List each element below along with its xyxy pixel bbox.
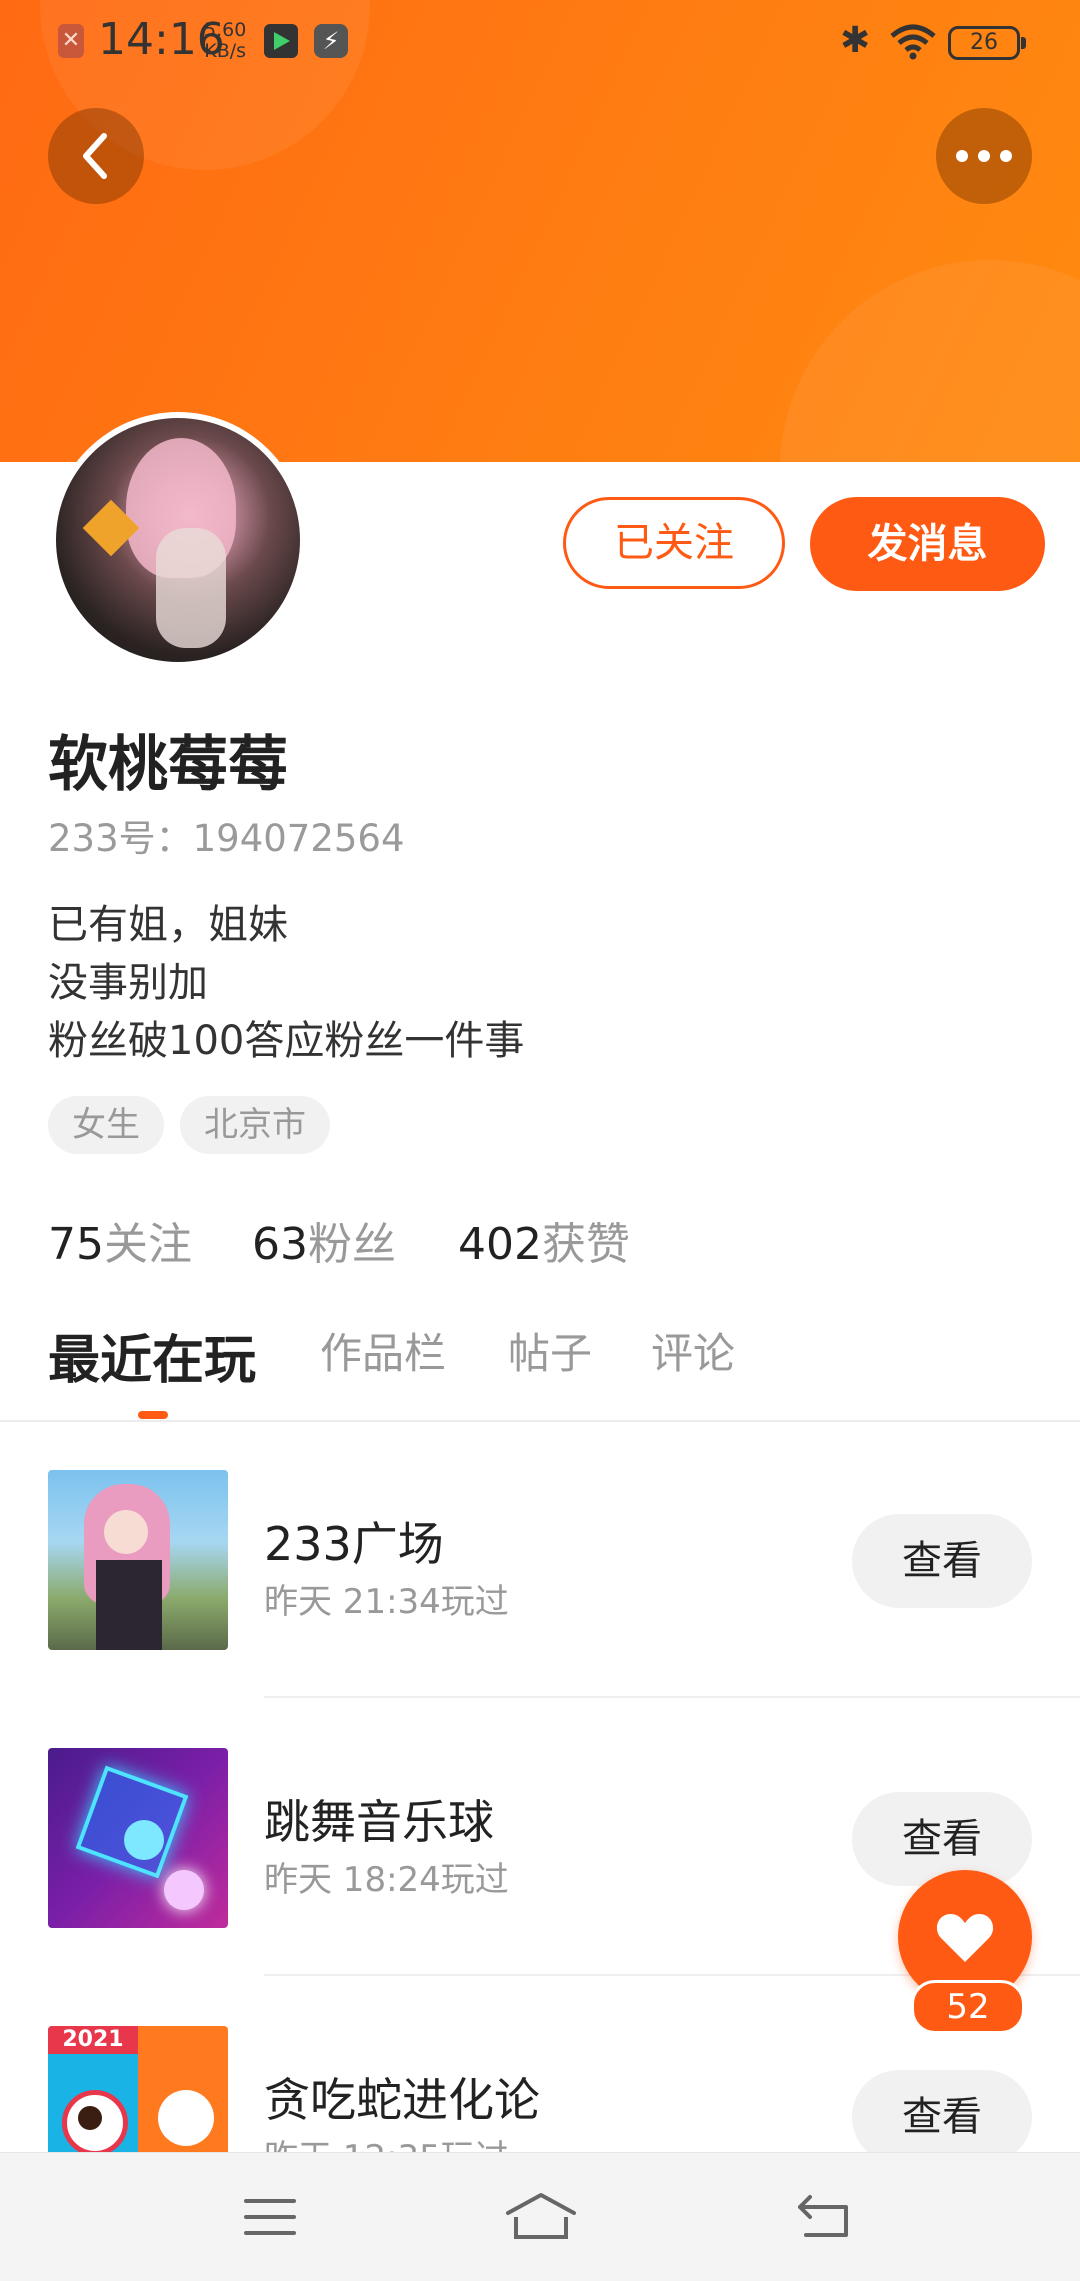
- tab-works[interactable]: 作品栏: [320, 1320, 446, 1381]
- network-speed: 5.60 KB/s: [204, 19, 247, 62]
- stat-following[interactable]: 75关注: [48, 1208, 192, 1272]
- view-game-button[interactable]: 查看: [852, 1792, 1032, 1886]
- game-title: 233广场: [264, 1517, 444, 1571]
- user-name: 软桃莓莓: [48, 730, 288, 800]
- notification-blocked-icon: ✕: [58, 24, 84, 58]
- tab-comments[interactable]: 评论: [651, 1320, 735, 1381]
- status-bar: ✕ 14:16 5.60 KB/s ⚡ ✱ 26: [0, 0, 1080, 84]
- menu-icon[interactable]: [244, 2197, 296, 2237]
- stat-value: 402: [458, 1219, 542, 1270]
- view-game-button[interactable]: 查看: [852, 2070, 1032, 2164]
- row-divider: [264, 1696, 1080, 1698]
- stat-label: 获赞: [541, 1219, 630, 1270]
- tab-recently-played[interactable]: 最近在玩: [48, 1318, 256, 1393]
- tag-location: 北京市: [180, 1096, 330, 1154]
- tab-indicator: [138, 1411, 168, 1419]
- tab-divider: [0, 1420, 1080, 1422]
- flash-app-icon: ⚡: [314, 24, 348, 58]
- view-game-button[interactable]: 查看: [852, 1514, 1032, 1608]
- bio-line: 没事别加: [48, 960, 208, 1006]
- like-count-badge: 52: [911, 1980, 1025, 2034]
- followed-button[interactable]: 已关注: [563, 497, 785, 589]
- back-button[interactable]: [48, 108, 144, 204]
- game-last-played: 昨天 21:34玩过: [264, 1582, 509, 1622]
- video-app-icon: [264, 24, 298, 58]
- game-title: 贪吃蛇进化论: [264, 2073, 540, 2127]
- stat-label: 关注: [104, 1219, 192, 1270]
- game-last-played: 昨天 18:24玩过: [264, 1860, 509, 1900]
- chevron-left-icon: [83, 133, 107, 179]
- more-options-button[interactable]: [936, 108, 1032, 204]
- bio-line: 已有姐，姐妹: [48, 902, 288, 948]
- game-thumbnail[interactable]: [48, 1470, 228, 1650]
- game-year-badge: 2021: [48, 2026, 138, 2054]
- tab-posts[interactable]: 帖子: [508, 1320, 592, 1381]
- stat-likes[interactable]: 402获赞: [458, 1208, 630, 1272]
- send-message-button[interactable]: 发消息: [810, 497, 1045, 591]
- avatar-image: [56, 418, 300, 662]
- stat-label: 粉丝: [308, 1219, 396, 1270]
- game-thumbnail[interactable]: [48, 1748, 228, 1928]
- battery-indicator: 26: [948, 26, 1026, 60]
- user-id: 233号：194072564: [48, 817, 405, 860]
- bio-line: 粉丝破100答应粉丝一件事: [48, 1018, 525, 1064]
- system-nav-bar: [0, 2152, 1080, 2281]
- bluetooth-icon: ✱: [840, 20, 871, 61]
- stat-value: 63: [252, 1219, 308, 1270]
- stat-value: 75: [48, 1219, 104, 1270]
- wifi-icon: [890, 24, 936, 60]
- more-dots-icon: [956, 150, 1012, 162]
- home-icon[interactable]: [504, 2191, 578, 2241]
- tag-gender: 女生: [48, 1096, 164, 1154]
- back-nav-icon[interactable]: [796, 2193, 852, 2239]
- heart-icon: [936, 1914, 994, 1962]
- avatar[interactable]: [50, 412, 306, 668]
- stat-followers[interactable]: 63粉丝: [252, 1208, 396, 1272]
- game-title: 跳舞音乐球: [264, 1795, 494, 1849]
